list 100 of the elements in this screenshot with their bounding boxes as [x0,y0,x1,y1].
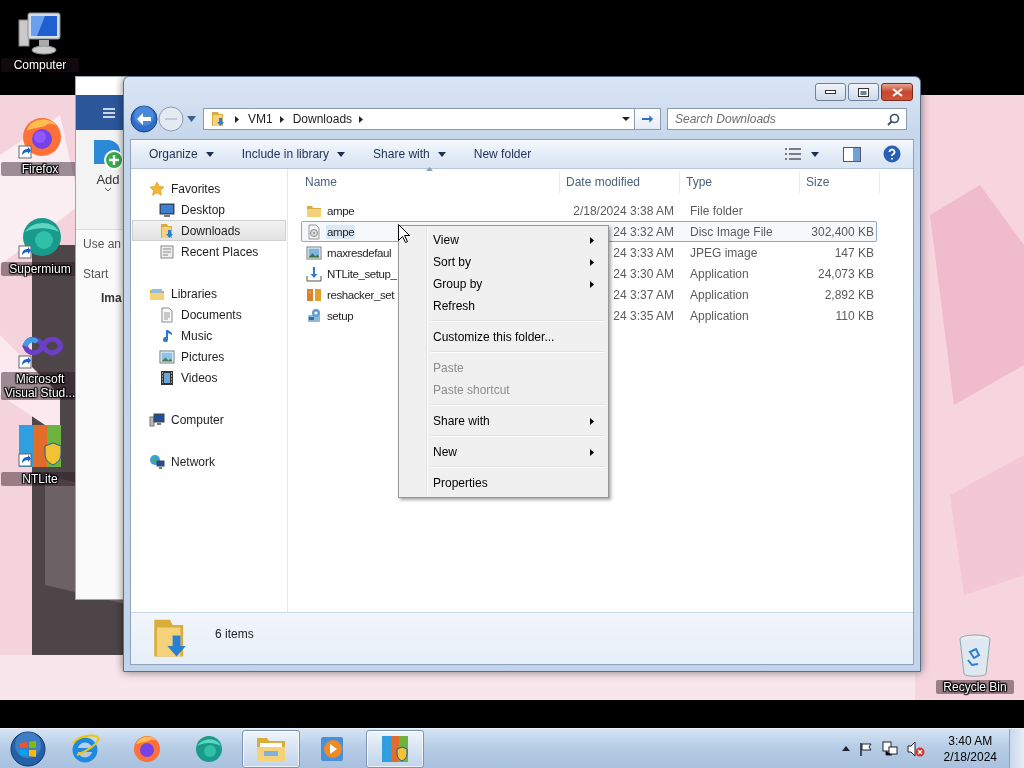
submenu-arrow-icon [590,236,594,244]
refresh-button[interactable] [635,108,661,130]
app-icon [306,286,322,303]
file-date: 2/18/2024 3:38 AM [573,203,674,218]
nav-item[interactable]: Downloads [132,220,286,241]
file-name[interactable]: reshacker_set [326,287,396,302]
toolbar-button[interactable]: Share with [365,143,454,165]
file-name[interactable]: ampe [326,224,356,239]
desktop-icon [159,201,175,218]
icon-label: Recycle Bin [936,680,1014,694]
file-name[interactable]: NTLite_setup_ [326,266,398,281]
download-icon [306,265,322,282]
nav-item[interactable]: Documents [132,304,286,325]
file-date: 24 3:33 AM [613,245,674,260]
file-size: 2,892 KB [824,287,874,302]
menu-item[interactable]: Refresh [401,295,606,317]
caret-icon [622,115,630,123]
file-type: Application [690,266,749,281]
add-icon [92,138,124,172]
breadcrumb-arrow-icon [278,115,285,123]
nav-item[interactable]: Computer [132,409,286,430]
file-date: 24 3:32 AM [613,224,674,239]
file-name[interactable]: maxresdefaul [326,245,393,260]
network-icon [149,453,165,470]
fox-browser-icon [132,733,162,764]
menu-item[interactable]: Properties [401,472,606,494]
submenu-arrow-icon [590,448,594,456]
search-field[interactable]: Search Downloads [667,108,907,130]
back-button[interactable] [130,105,158,133]
menu-item[interactable]: Group by [401,273,606,295]
taskbar-button[interactable] [366,729,424,768]
image-file-icon [306,244,322,261]
caret-icon [187,116,196,122]
breadcrumb-arrow-icon [358,115,365,123]
view-options-button[interactable] [785,148,819,160]
file-date: 24 3:37 AM [613,287,674,302]
file-size: 147 KB [834,245,874,260]
menu-item[interactable]: Share with [401,410,606,432]
column-header[interactable]: Size [800,171,880,193]
file-name[interactable]: setup [326,308,355,323]
help-icon [883,145,901,163]
file-size: 302,400 KB [811,224,874,239]
file-name[interactable]: ampe [326,203,356,218]
icon-label: Computer [1,58,79,72]
breadcrumb-link[interactable]: VM1 [248,112,273,126]
file-type: JPEG image [690,245,758,260]
file-date: 24 3:30 AM [613,266,674,281]
breadcrumb-link[interactable]: Downloads [292,112,353,126]
caret-icon [205,151,214,157]
ntlite-app-icon [17,424,63,470]
nav-item[interactable]: Pictures [132,346,286,367]
file-type: Application [690,287,749,302]
nav-item[interactable]: Favorites [132,178,286,199]
muted-speaker-icon[interactable] [906,740,925,757]
preview-pane-button[interactable] [843,146,861,162]
address-bar[interactable]: VM1 Downloads [203,108,635,130]
menu-item[interactable]: New [401,441,606,463]
sphere-browser-icon [17,216,63,260]
caret-icon [437,151,446,157]
help-button[interactable] [883,145,901,163]
computer-icon [17,12,63,56]
body-text: Use an [82,236,123,252]
nav-item[interactable]: Libraries [132,283,286,304]
submenu-arrow-icon [590,280,594,288]
item-count: 6 items [215,627,254,641]
menu-icon[interactable] [103,107,115,118]
close-icon [891,87,903,97]
recent-places-icon [159,243,175,260]
film-icon [159,369,175,386]
caret-icon [337,151,346,157]
folder-icon [210,111,226,127]
nav-item[interactable]: Recent Places [132,241,286,262]
toolbar-button[interactable]: New folder [465,143,540,165]
minimize-icon [825,89,836,95]
heading-text: Ima [100,290,123,306]
history-dropdown-button[interactable] [187,116,196,122]
sort-arrow-icon [426,167,433,171]
menu-item[interactable]: Customize this folder... [401,326,606,348]
computer-icon [149,411,165,428]
nav-item[interactable]: Music [132,325,286,346]
nav-item[interactable]: Network [132,451,286,472]
caret-icon [811,151,819,157]
flag-icon[interactable] [858,741,873,756]
toolbar-button[interactable]: Include in library [233,143,354,165]
close-button[interactable] [881,83,913,101]
star-icon [149,180,165,197]
column-header[interactable]: Type [680,171,800,193]
nav-item[interactable]: Desktop [132,199,286,220]
clock[interactable]: 3:40 AM 2/18/2024 [943,732,997,765]
minimize-button[interactable] [815,83,846,101]
breadcrumb-arrow-icon [234,115,240,123]
toolbar-button[interactable]: Organize [141,143,222,165]
network-icon[interactable] [881,740,898,757]
show-hidden-icons-button[interactable] [841,746,850,751]
taskbar-button[interactable] [242,729,300,768]
body-text: Start [82,266,110,282]
maximize-button[interactable] [848,83,879,101]
nav-item[interactable]: Videos [132,367,286,388]
menu-item[interactable]: Sort by [401,251,606,273]
column-header[interactable]: Date modified [560,171,680,193]
